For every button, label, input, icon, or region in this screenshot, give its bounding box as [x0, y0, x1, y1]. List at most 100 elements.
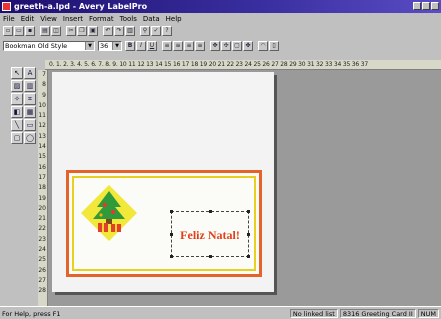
label-page[interactable]: Feliz Natal!: [52, 72, 274, 292]
curve-icon[interactable]: ◠: [258, 40, 268, 51]
italic-button[interactable]: I: [136, 40, 146, 51]
copy-icon[interactable]: ❐: [77, 26, 87, 36]
justify-icon[interactable]: ≡: [195, 40, 205, 51]
save-icon[interactable]: ▪: [25, 26, 35, 36]
maximize-button[interactable]: [422, 2, 430, 10]
menu-tools[interactable]: Tools: [120, 15, 137, 23]
vertical-ruler-label: 27: [38, 276, 46, 284]
horizontal-ruler: 0. 1. 2. 3. 4. 5. 6. 7. 8. 9. 10 11 12 1…: [45, 60, 441, 70]
paste-icon[interactable]: ▣: [88, 26, 98, 36]
frame-icon[interactable]: ▢: [232, 40, 242, 51]
redo-icon[interactable]: ↷: [114, 26, 124, 36]
vertical-ruler-label: 20: [38, 204, 46, 212]
chevron-down-icon[interactable]: ▼: [85, 41, 94, 50]
vertical-ruler-label: 15: [38, 153, 46, 161]
center-object-icon[interactable]: ✣: [221, 40, 231, 51]
shape-tool-icon[interactable]: ◧: [11, 106, 23, 118]
rotate-icon[interactable]: ✥: [210, 40, 220, 51]
move-icon[interactable]: ✤: [243, 40, 253, 51]
drawing-toolbox: ↖ A ▨ ▥ ✧ ⌗ ◧ ▦ ╲ ▭ ▢ ◯: [11, 67, 38, 147]
database-field-tool-icon[interactable]: ▦: [24, 106, 36, 118]
status-help-text: For Help, press F1: [2, 309, 61, 318]
print-preview-icon[interactable]: ◫: [51, 26, 61, 36]
status-bar: For Help, press F1 No linked list 8316 G…: [0, 306, 441, 319]
underline-button[interactable]: U: [147, 40, 157, 51]
greeting-text[interactable]: Feliz Natal!: [172, 228, 248, 243]
format-toolbar: Bookman Old Style ▼ 36 ▼ B I U ≡ ≡ ≡ ≡ ✥…: [0, 38, 441, 53]
app-window: greeth-a.lpd - Avery LabelPro File Edit …: [0, 0, 441, 319]
standard-toolbar: ▫ ▭ ▪ ▤ ◫ ✂ ❐ ▣ ↶ ↷ ▥ ⚲ ✓ ?: [0, 24, 441, 38]
menu-insert[interactable]: Insert: [63, 15, 83, 23]
text-frame[interactable]: Feliz Natal!: [170, 210, 250, 258]
font-select-value: Bookman Old Style: [5, 41, 68, 50]
font-size-select[interactable]: 36 ▼: [98, 40, 122, 51]
open-icon[interactable]: ▭: [14, 26, 24, 36]
align-left-icon[interactable]: ≡: [162, 40, 172, 51]
resize-handle[interactable]: [247, 210, 250, 213]
menu-format[interactable]: Format: [89, 15, 114, 23]
design-canvas[interactable]: Feliz Natal!: [48, 70, 441, 306]
close-button[interactable]: [431, 2, 439, 10]
vertical-ruler-label: 18: [38, 184, 46, 192]
vertical-ruler-label: 21: [38, 215, 46, 223]
database-icon[interactable]: ▥: [125, 26, 135, 36]
vertical-ruler-label: 9: [42, 91, 46, 99]
status-num-lock: NUM: [417, 309, 439, 318]
vertical-ruler-label: 14: [38, 143, 46, 151]
app-icon[interactable]: [2, 2, 11, 11]
christmas-tree-icon[interactable]: [81, 185, 137, 241]
image-tool-icon[interactable]: ▨: [11, 80, 23, 92]
align-center-icon[interactable]: ≡: [173, 40, 183, 51]
help-icon[interactable]: ?: [162, 26, 172, 36]
ellipse-tool-icon[interactable]: ◯: [24, 132, 36, 144]
vertical-ruler-label: 24: [38, 246, 46, 254]
chevron-down-icon[interactable]: ▼: [112, 41, 121, 50]
status-linked-list: No linked list: [289, 309, 338, 318]
resize-handle[interactable]: [209, 255, 212, 258]
vertical-ruler-label: 17: [38, 173, 46, 181]
barcode-tool-icon[interactable]: ▥: [24, 80, 36, 92]
horizontal-ruler-labels: 0. 1. 2. 3. 4. 5. 6. 7. 8. 9. 10 11 12 1…: [49, 61, 368, 68]
vertical-ruler-label: 28: [38, 287, 46, 295]
window-title: greeth-a.lpd - Avery LabelPro: [14, 2, 148, 11]
bold-button[interactable]: B: [125, 40, 135, 51]
menu-bar: File Edit View Insert Format Tools Data …: [0, 13, 441, 24]
text-tool-icon[interactable]: A: [24, 67, 36, 79]
zoom-icon[interactable]: ⚲: [140, 26, 150, 36]
print-icon[interactable]: ▤: [40, 26, 50, 36]
vertical-ruler-label: 8: [42, 81, 46, 89]
vertical-ruler-label: 26: [38, 266, 46, 274]
line-tool-icon[interactable]: ╲: [11, 119, 23, 131]
vertical-ruler-label: 12: [38, 122, 46, 130]
cut-icon[interactable]: ✂: [66, 26, 76, 36]
vertical-ruler-label: 7: [42, 71, 46, 78]
resize-handle[interactable]: [247, 255, 250, 258]
menu-view[interactable]: View: [40, 15, 57, 23]
rotate-tool-icon[interactable]: ✧: [11, 93, 23, 105]
font-select[interactable]: Bookman Old Style ▼: [3, 40, 95, 51]
align-right-icon[interactable]: ≡: [184, 40, 194, 51]
new-icon[interactable]: ▫: [3, 26, 13, 36]
vertical-ruler-label: 16: [38, 163, 46, 171]
pointer-tool-icon[interactable]: ↖: [11, 67, 23, 79]
flip-icon[interactable]: ▯: [269, 40, 279, 51]
menu-edit[interactable]: Edit: [21, 15, 35, 23]
rectangle-tool-icon[interactable]: ▭: [24, 119, 36, 131]
resize-handle[interactable]: [170, 210, 173, 213]
undo-icon[interactable]: ↶: [103, 26, 113, 36]
menu-file[interactable]: File: [3, 15, 15, 23]
crop-tool-icon[interactable]: ⌗: [24, 93, 36, 105]
vertical-ruler-label: 10: [38, 101, 46, 109]
rounded-rect-tool-icon[interactable]: ▢: [11, 132, 23, 144]
vertical-ruler-label: 22: [38, 225, 46, 233]
greeting-card[interactable]: Feliz Natal!: [66, 170, 262, 277]
title-bar: greeth-a.lpd - Avery LabelPro: [0, 0, 441, 13]
vertical-ruler-label: 11: [38, 112, 46, 120]
vertical-ruler-label: 25: [38, 256, 46, 264]
menu-data[interactable]: Data: [143, 15, 160, 23]
resize-handle[interactable]: [170, 255, 173, 258]
resize-handle[interactable]: [209, 210, 212, 213]
minimize-button[interactable]: [413, 2, 421, 10]
menu-help[interactable]: Help: [166, 15, 182, 23]
spell-check-icon[interactable]: ✓: [151, 26, 161, 36]
